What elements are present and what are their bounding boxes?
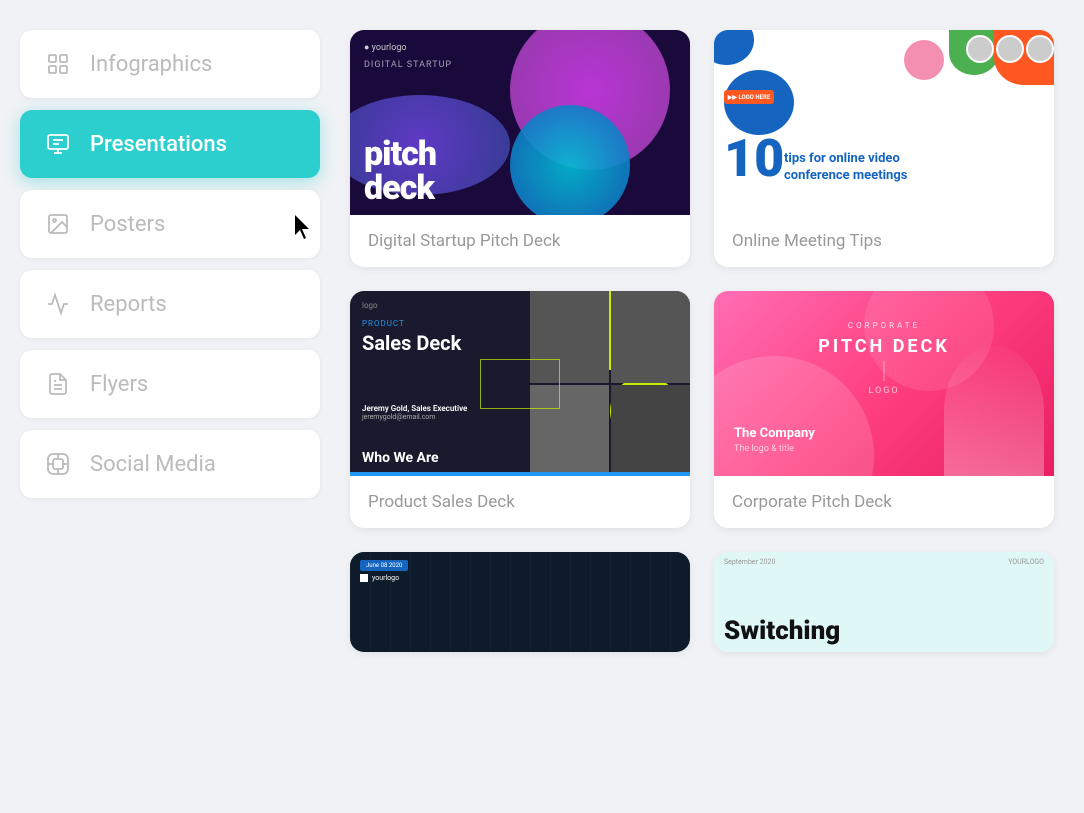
- switching-title: Switching: [724, 618, 840, 644]
- sales-logo: logo: [362, 301, 378, 310]
- flyers-icon: [42, 368, 74, 400]
- sidebar-item-label: Presentations: [90, 132, 227, 157]
- corporate-category: CORPORATE: [714, 321, 1054, 330]
- card-corporate-pitch[interactable]: CORPORATE PITCH DECK LOGO The Company Th…: [714, 291, 1054, 528]
- sales-person-email: jeremygold@email.com: [362, 413, 467, 421]
- startup-logo: ● yourlogo: [364, 42, 407, 53]
- thumb-product-sales: logo PRODUCT Sales Deck Jeremy Gold, Sal…: [350, 291, 690, 476]
- sidebar-item-label: Reports: [90, 292, 167, 317]
- sidebar-item-flyers[interactable]: Flyers: [20, 350, 320, 418]
- main-content: ● yourlogo digital startup pitchdeck Dig…: [340, 0, 1084, 813]
- sales-title: Sales Deck: [362, 331, 461, 355]
- social-icon: [42, 448, 74, 480]
- startup-big-title: pitchdeck: [364, 137, 436, 205]
- bottom-partial-row: June 08 2020 yourlogo September 2020 YOU…: [350, 552, 1054, 652]
- sidebar-item-presentations[interactable]: Presentations: [20, 110, 320, 178]
- card-online-meeting[interactable]: ▶▶ LOGO HERE 10 tips for online video co…: [714, 30, 1054, 267]
- sidebar-item-label: Infographics: [90, 52, 212, 77]
- reports-icon: [42, 288, 74, 320]
- thumb-digital-startup: ● yourlogo digital startup pitchdeck: [350, 30, 690, 215]
- sidebar: Infographics Presentations Posters: [0, 0, 340, 813]
- sales-category: PRODUCT: [362, 319, 405, 328]
- sales-person-name: Jeremy Gold, Sales Executive: [362, 404, 467, 413]
- thumb-switching: September 2020 YOURLOGO Switching: [714, 552, 1054, 652]
- card-product-sales[interactable]: logo PRODUCT Sales Deck Jeremy Gold, Sal…: [350, 291, 690, 528]
- poster-icon: [42, 208, 74, 240]
- meeting-avatars: [966, 35, 1054, 63]
- card-label-corporate-pitch: Corporate Pitch Deck: [714, 476, 1054, 528]
- thumb-corporate-pitch: CORPORATE PITCH DECK LOGO The Company Th…: [714, 291, 1054, 476]
- sidebar-item-label: Social Media: [90, 452, 216, 477]
- sidebar-item-label: Posters: [90, 212, 165, 237]
- meeting-logo-badge: ▶▶ LOGO HERE: [724, 90, 774, 104]
- corporate-company-sub: The logo & title: [734, 443, 815, 456]
- thumb-online-meeting: ▶▶ LOGO HERE 10 tips for online video co…: [714, 30, 1054, 215]
- switching-logo: YOURLOGO: [1008, 558, 1044, 566]
- sidebar-item-label: Flyers: [90, 372, 148, 397]
- card-label-online-meeting: Online Meeting Tips: [714, 215, 1054, 267]
- sidebar-item-reports[interactable]: Reports: [20, 270, 320, 338]
- sidebar-item-posters[interactable]: Posters: [20, 190, 320, 258]
- corporate-person-photo: [944, 346, 1044, 476]
- sidebar-item-social-media[interactable]: Social Media: [20, 430, 320, 498]
- building-date: June 08 2020: [360, 560, 408, 571]
- meeting-number: 10: [724, 133, 784, 185]
- chart-icon: [42, 48, 74, 80]
- corporate-company-name: The Company: [734, 425, 815, 443]
- card-switching[interactable]: September 2020 YOURLOGO Switching: [714, 552, 1054, 652]
- thumb-dark-building: June 08 2020 yourlogo: [350, 552, 690, 652]
- sales-person: Jeremy Gold, Sales Executive jeremygold@…: [362, 404, 467, 421]
- card-label-digital-startup: Digital Startup Pitch Deck: [350, 215, 690, 267]
- sidebar-item-infographics[interactable]: Infographics: [20, 30, 320, 98]
- card-digital-startup[interactable]: ● yourlogo digital startup pitchdeck Dig…: [350, 30, 690, 267]
- card-label-product-sales: Product Sales Deck: [350, 476, 690, 528]
- corporate-company: The Company The logo & title: [734, 425, 815, 456]
- building-logo-text: yourlogo: [372, 574, 399, 582]
- sales-section: Who We Are: [362, 450, 439, 466]
- switching-date: September 2020: [724, 558, 775, 566]
- template-grid: ● yourlogo digital startup pitchdeck Dig…: [350, 30, 1054, 528]
- startup-subtitle: digital startup: [364, 60, 452, 70]
- presentation-icon: [42, 128, 74, 160]
- meeting-tip-text: tips for online video conference meeting…: [784, 151, 964, 185]
- building-logo-row: yourlogo: [360, 574, 399, 582]
- card-dark-building[interactable]: June 08 2020 yourlogo: [350, 552, 690, 652]
